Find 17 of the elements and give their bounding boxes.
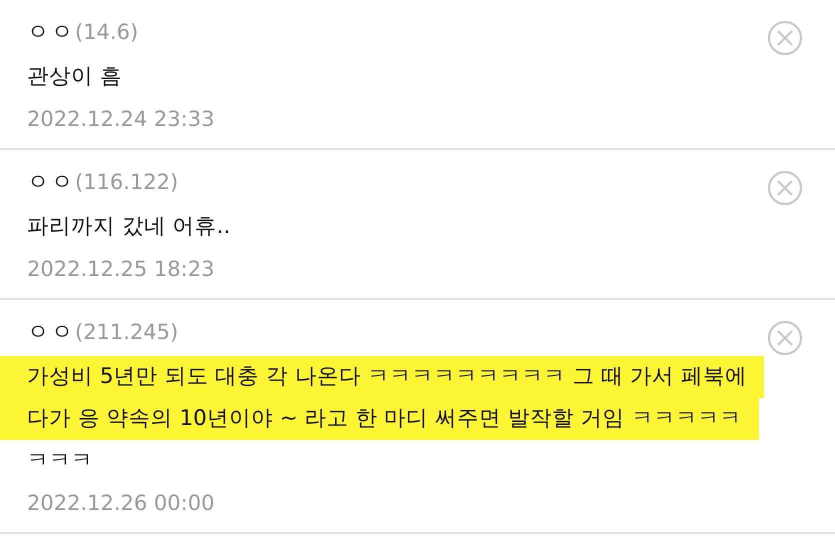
comment-text: 관상이 흠: [26, 63, 123, 91]
comment-text: 가성비 5년만 되도 대충 각 나온다 ㅋㅋㅋㅋㅋㅋㅋㅋㅋ 그 때 가서 페북에: [0, 356, 764, 398]
comment-author: ㅇㅇ: [27, 319, 75, 347]
ip-address: (14.6): [75, 20, 138, 44]
comment-date: 2022.12.25 18:23: [26, 256, 216, 283]
comment-text: ㅋㅋㅋ: [26, 447, 94, 475]
delete-icon[interactable]: [767, 20, 803, 56]
ip-address: (116.122): [75, 170, 178, 194]
comment-author: ㅇㅇ: [27, 19, 75, 47]
comment-author: ㅇㅇ: [27, 169, 75, 197]
delete-icon[interactable]: [767, 320, 803, 356]
delete-icon[interactable]: [767, 170, 803, 206]
comment-text: 다가 응 약속의 10년이야 ~ 라고 한 마디 써주면 발작할 거임 ㅋㅋㅋㅋㅋ: [0, 398, 759, 440]
ip-address: (211.245): [75, 320, 178, 344]
comment-date: 2022.12.24 23:33: [26, 106, 216, 133]
comment-text: 파리까지 갔네 어휴..: [26, 213, 232, 241]
comment-date: 2022.12.26 00:00: [26, 490, 216, 517]
